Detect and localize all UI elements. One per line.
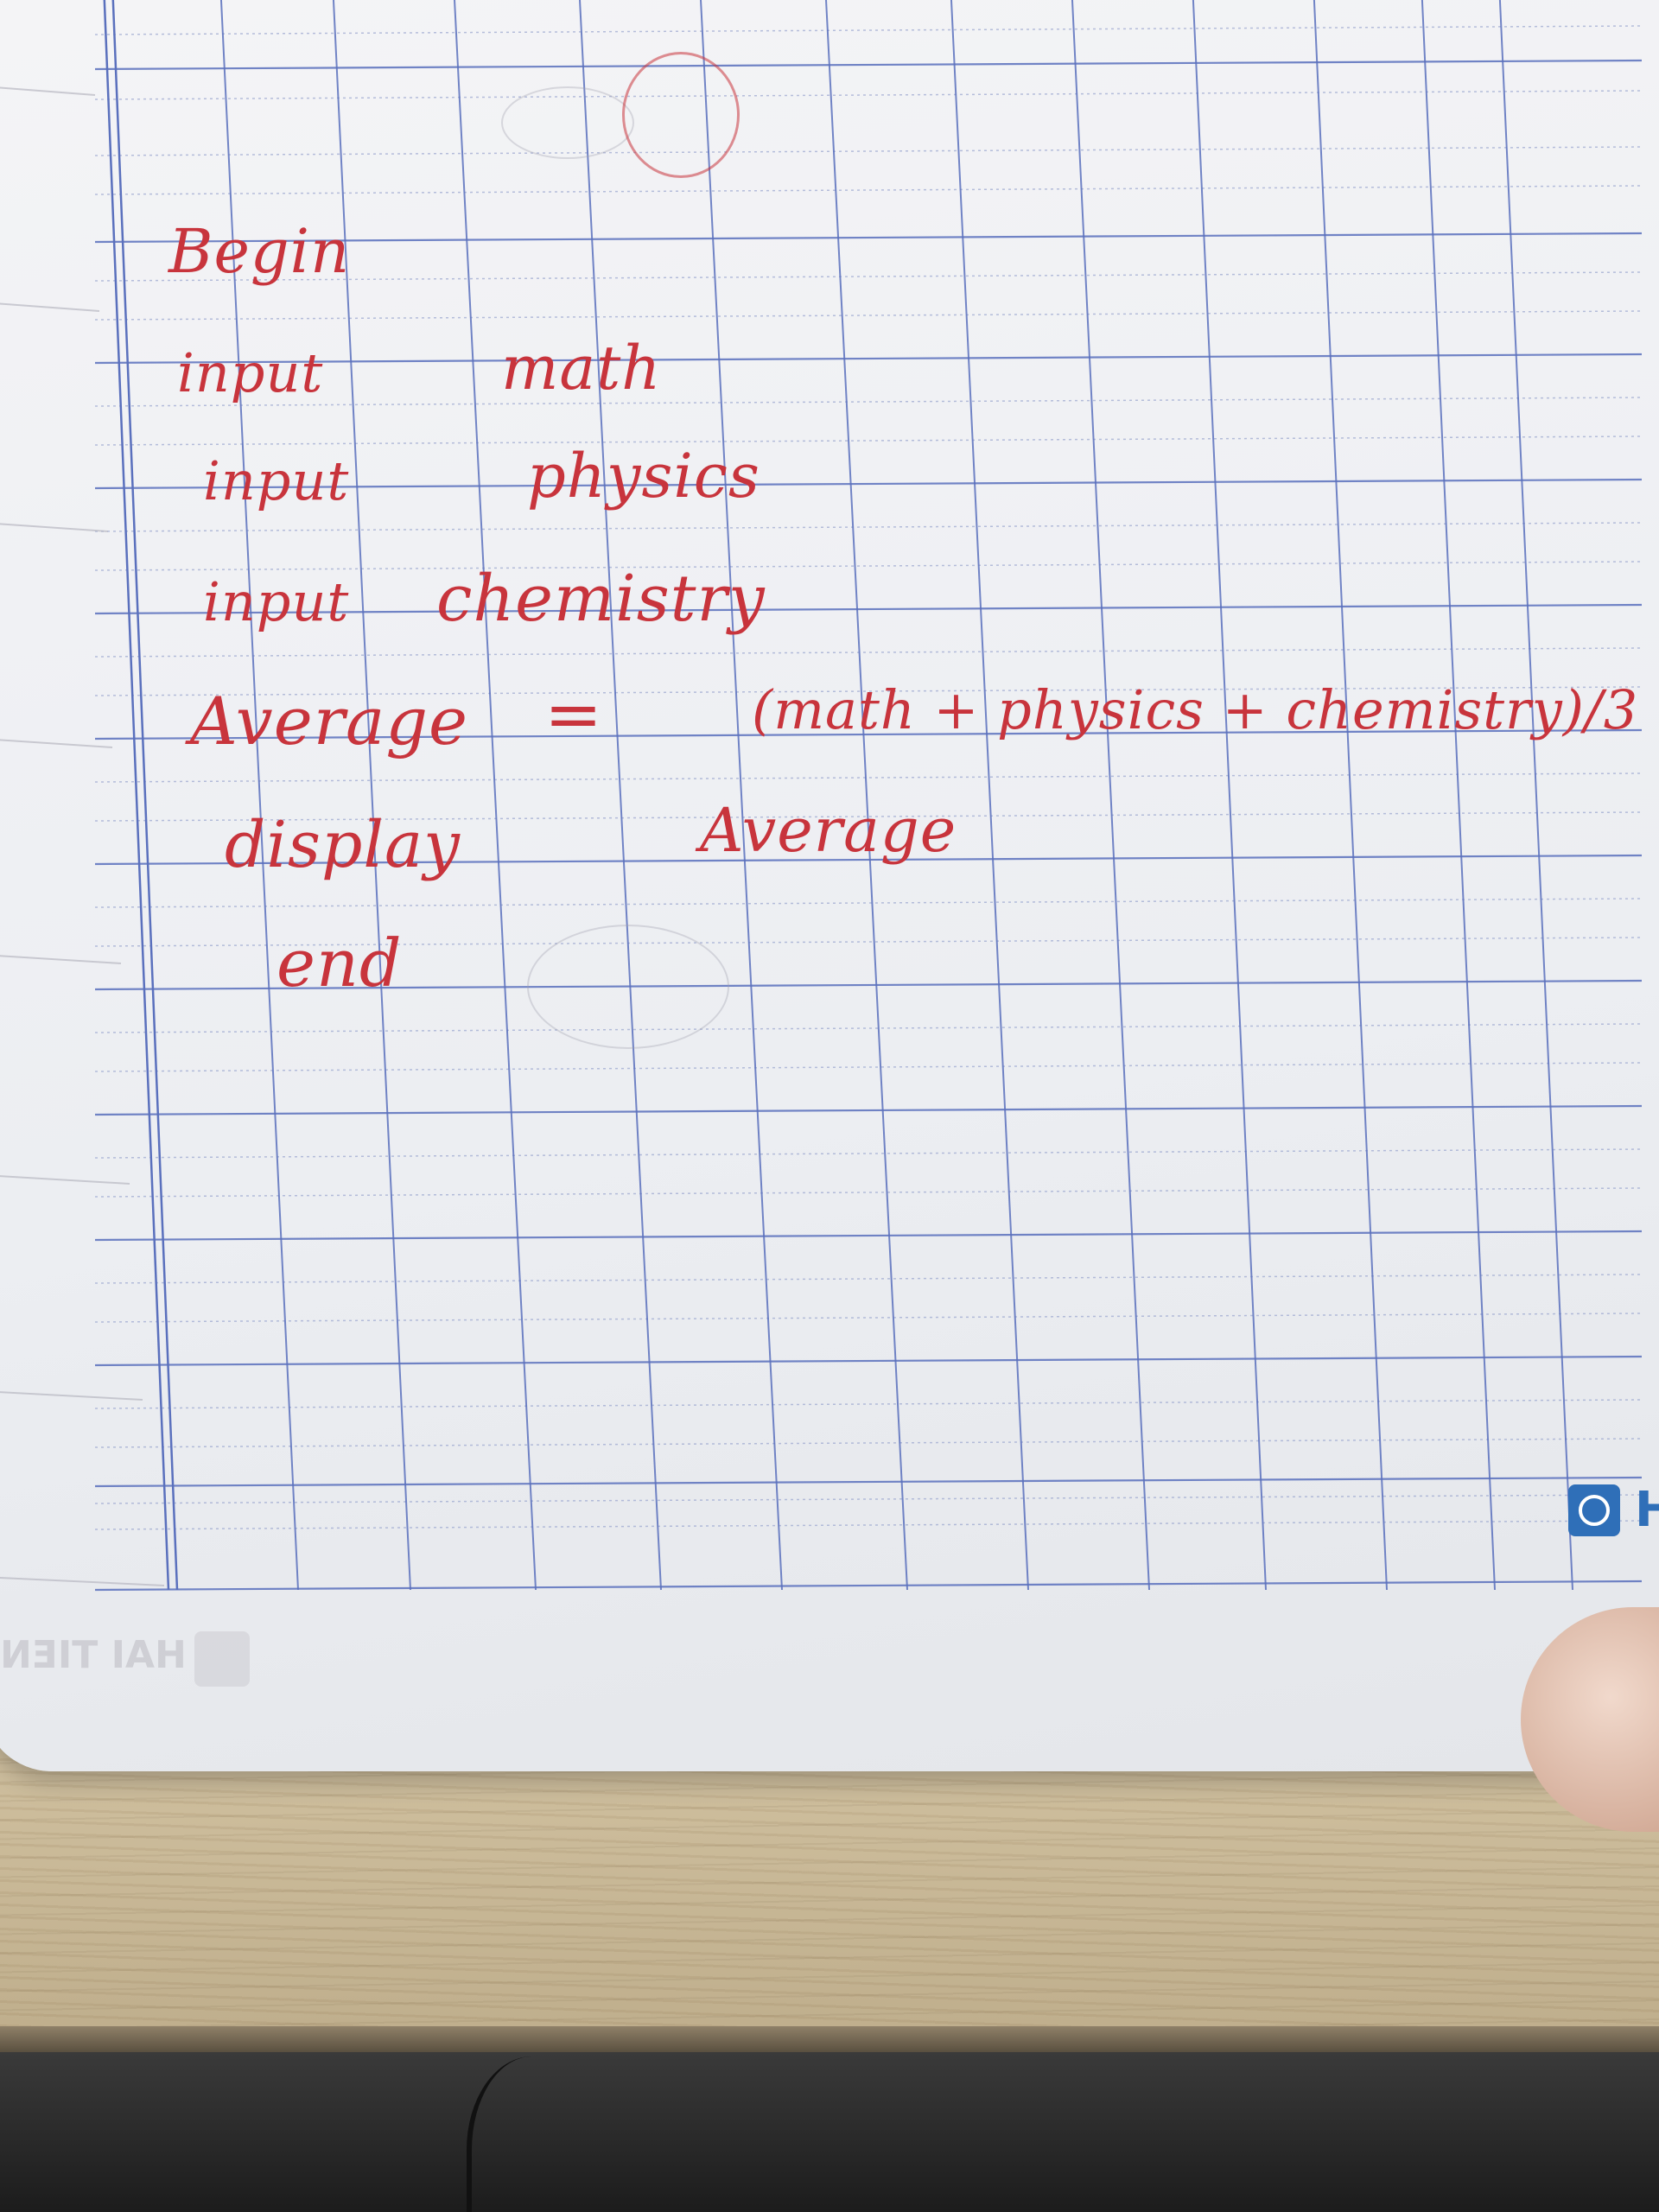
red-circle-doodle (622, 52, 740, 178)
hw-display-value: Average (700, 795, 957, 866)
hw-input-3-value: chemistry (436, 562, 766, 636)
hw-input-1-keyword: input (177, 341, 324, 404)
hw-average-name: Average (190, 683, 468, 760)
hw-input-1-value: math (501, 333, 662, 404)
hw-input-3-keyword: input (203, 570, 350, 633)
mirrored-brand-text: HAI TIEN (0, 1633, 187, 1677)
ghost-oval-top (501, 86, 634, 159)
ghost-oval-bottom (527, 925, 729, 1049)
hw-end: end (276, 925, 403, 1001)
hw-average-equals: = (544, 674, 604, 754)
hw-average-formula: (math + physics + chemistry)/3 (752, 678, 1639, 741)
hw-input-2-value: physics (527, 441, 760, 512)
brand-corner-letter: H (1635, 1482, 1659, 1538)
hw-input-2-keyword: input (203, 449, 350, 512)
photo-scene: Begin input math input physics input che… (0, 0, 1659, 2212)
hw-begin: Begin (168, 216, 351, 287)
mirrored-brand-logo-icon (194, 1631, 250, 1687)
desk-edge (0, 2026, 1659, 2052)
brand-logo-ring (1579, 1495, 1610, 1526)
notebook-page: Begin input math input physics input che… (0, 0, 1659, 1771)
hw-display-keyword: display (225, 808, 461, 882)
brand-logo-icon (1568, 1484, 1620, 1536)
floor (0, 2052, 1659, 2212)
